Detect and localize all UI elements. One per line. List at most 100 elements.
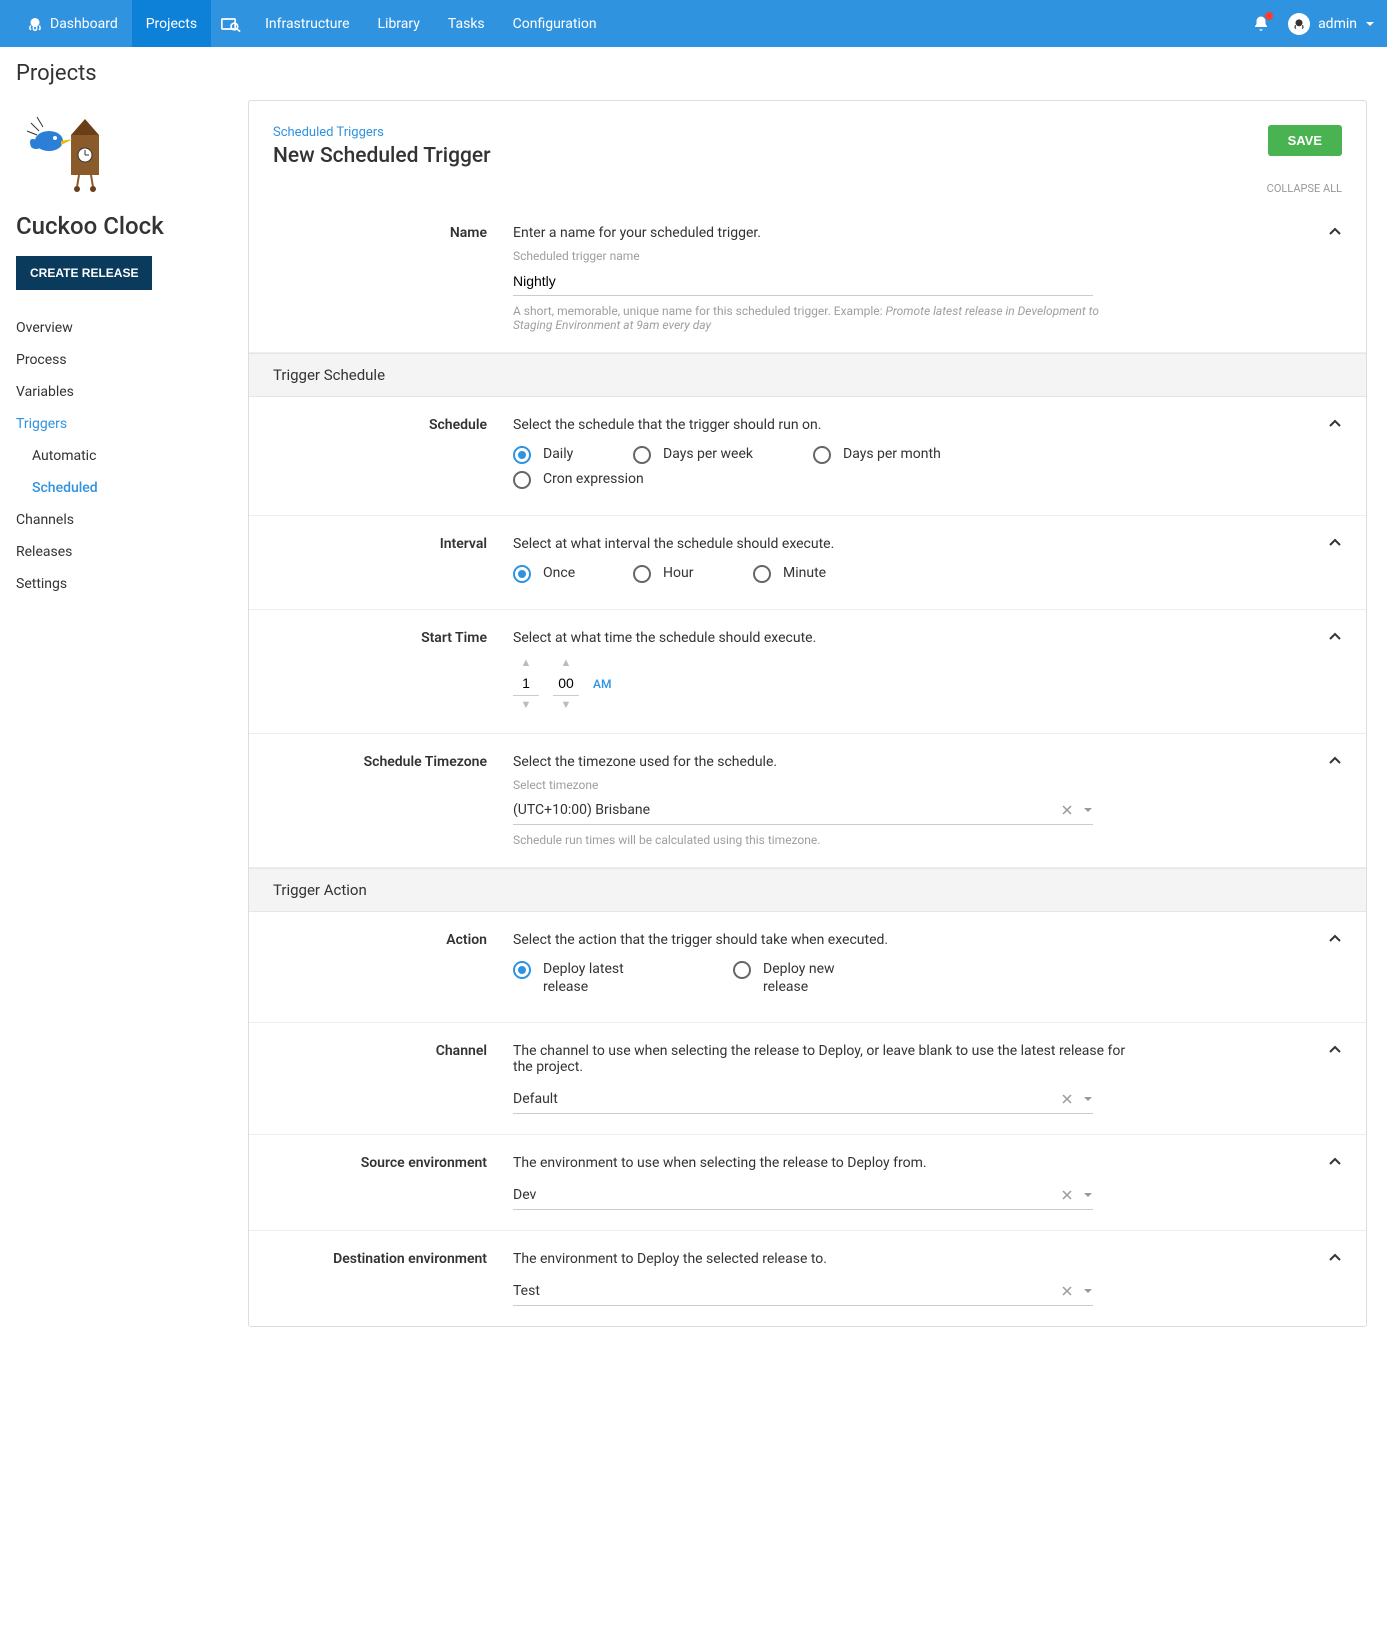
field-label: Destination environment bbox=[273, 1251, 513, 1306]
avatar bbox=[1288, 13, 1310, 35]
radio-once[interactable]: Once bbox=[513, 564, 633, 583]
source-env-select[interactable]: Dev bbox=[513, 1181, 1093, 1210]
chevron-down-icon[interactable] bbox=[1083, 1094, 1093, 1104]
collapse-toggle[interactable] bbox=[1328, 225, 1342, 239]
chevron-down-icon[interactable] bbox=[1083, 1286, 1093, 1296]
radio-days-week[interactable]: Days per week bbox=[633, 445, 813, 464]
chevron-up-icon bbox=[1328, 754, 1342, 768]
radio-label: Deploy new release bbox=[763, 960, 883, 996]
field-hint: Select timezone bbox=[513, 778, 1133, 792]
field-desc: Select the timezone used for the schedul… bbox=[513, 754, 1133, 770]
radio-minute[interactable]: Minute bbox=[753, 564, 873, 583]
schedule-options: Daily Days per week Days per month Cron … bbox=[513, 445, 1133, 495]
chevron-up-icon bbox=[1328, 1043, 1342, 1057]
collapse-toggle[interactable] bbox=[1328, 417, 1342, 431]
sidebar-item-scheduled[interactable]: Scheduled bbox=[16, 472, 208, 504]
clear-icon[interactable] bbox=[1061, 1093, 1073, 1105]
channel-select[interactable]: Default bbox=[513, 1085, 1093, 1114]
collapse-toggle[interactable] bbox=[1328, 630, 1342, 644]
field-interval: Interval Select at what interval the sch… bbox=[249, 516, 1366, 610]
interval-options: Once Hour Minute bbox=[513, 564, 1133, 589]
breadcrumb[interactable]: Scheduled Triggers bbox=[273, 125, 1268, 140]
project-name: Cuckoo Clock bbox=[16, 212, 208, 240]
minute-down[interactable]: ▼ bbox=[557, 696, 576, 713]
collapse-toggle[interactable] bbox=[1328, 754, 1342, 768]
user-menu[interactable]: admin bbox=[1288, 13, 1375, 35]
nav-infrastructure[interactable]: Infrastructure bbox=[251, 0, 363, 47]
hour-down[interactable]: ▼ bbox=[517, 696, 536, 713]
sidebar: Cuckoo Clock CREATE RELEASE Overview Pro… bbox=[16, 100, 208, 600]
minute-up[interactable]: ▲ bbox=[557, 654, 576, 671]
collapse-toggle[interactable] bbox=[1328, 1251, 1342, 1265]
clear-icon[interactable] bbox=[1061, 1285, 1073, 1297]
radio-days-month[interactable]: Days per month bbox=[813, 445, 993, 464]
field-source-env: Source environment The environment to us… bbox=[249, 1135, 1366, 1231]
section-header-schedule: Trigger Schedule bbox=[249, 353, 1366, 397]
chevron-up-icon bbox=[1328, 417, 1342, 431]
nav-label: Infrastructure bbox=[265, 16, 349, 32]
radio-label: Days per month bbox=[843, 445, 941, 463]
minute-input[interactable] bbox=[553, 671, 579, 696]
sidebar-item-variables[interactable]: Variables bbox=[16, 376, 208, 408]
field-desc: The channel to use when selecting the re… bbox=[513, 1043, 1133, 1075]
create-release-button[interactable]: CREATE RELEASE bbox=[16, 256, 152, 290]
collapse-toggle[interactable] bbox=[1328, 1155, 1342, 1169]
field-help: Schedule run times will be calculated us… bbox=[513, 833, 1133, 847]
radio-daily[interactable]: Daily bbox=[513, 445, 633, 464]
select-value: Default bbox=[513, 1085, 1061, 1113]
sidebar-item-channels[interactable]: Channels bbox=[16, 504, 208, 536]
radio-deploy-latest[interactable]: Deploy latest release bbox=[513, 960, 733, 996]
ampm-toggle[interactable]: AM bbox=[593, 677, 611, 691]
sidebar-item-releases[interactable]: Releases bbox=[16, 536, 208, 568]
nav-tasks[interactable]: Tasks bbox=[434, 0, 499, 47]
sidebar-item-overview[interactable]: Overview bbox=[16, 312, 208, 344]
page-heading: New Scheduled Trigger bbox=[273, 144, 1268, 168]
nav-dashboard[interactable]: Dashboard bbox=[12, 0, 132, 47]
sidebar-item-automatic[interactable]: Automatic bbox=[16, 440, 208, 472]
trigger-name-input[interactable] bbox=[513, 267, 1093, 296]
select-value: Test bbox=[513, 1277, 1061, 1305]
chevron-down-icon[interactable] bbox=[1083, 1190, 1093, 1200]
search-icon bbox=[221, 16, 241, 32]
nav-label: Dashboard bbox=[50, 16, 118, 32]
top-nav: Dashboard Projects Infrastructure Librar… bbox=[0, 0, 1387, 47]
chevron-down-icon[interactable] bbox=[1083, 805, 1093, 815]
radio-hour[interactable]: Hour bbox=[633, 564, 753, 583]
field-label-name: Name bbox=[273, 225, 513, 332]
radio-deploy-new[interactable]: Deploy new release bbox=[733, 960, 953, 996]
field-desc: Select the action that the trigger shoul… bbox=[513, 932, 1133, 948]
sidebar-item-settings[interactable]: Settings bbox=[16, 568, 208, 600]
collapse-toggle[interactable] bbox=[1328, 536, 1342, 550]
collapse-toggle[interactable] bbox=[1328, 932, 1342, 946]
save-button[interactable]: SAVE bbox=[1268, 125, 1342, 156]
dest-env-select[interactable]: Test bbox=[513, 1277, 1093, 1306]
field-label: Interval bbox=[273, 536, 513, 589]
field-label: Channel bbox=[273, 1043, 513, 1114]
timezone-select[interactable]: (UTC+10:00) Brisbane bbox=[513, 796, 1093, 825]
collapse-all-button[interactable]: COLLAPSE ALL bbox=[249, 178, 1366, 205]
chevron-up-icon bbox=[1328, 630, 1342, 644]
nav-search[interactable] bbox=[211, 0, 251, 47]
nav-configuration[interactable]: Configuration bbox=[499, 0, 611, 47]
hour-input[interactable] bbox=[513, 671, 539, 696]
action-options: Deploy latest release Deploy new release bbox=[513, 960, 1133, 1002]
field-label: Schedule bbox=[273, 417, 513, 495]
time-picker: ▲ ▼ ▲ ▼ AM bbox=[513, 654, 1133, 713]
clear-icon[interactable] bbox=[1061, 1189, 1073, 1201]
notifications-button[interactable] bbox=[1252, 15, 1270, 33]
hour-stepper: ▲ ▼ bbox=[513, 654, 539, 713]
radio-label: Hour bbox=[663, 564, 693, 582]
sidebar-item-triggers[interactable]: Triggers bbox=[16, 408, 208, 440]
collapse-toggle[interactable] bbox=[1328, 1043, 1342, 1057]
nav-library[interactable]: Library bbox=[364, 0, 434, 47]
radio-cron[interactable]: Cron expression bbox=[513, 470, 693, 489]
field-start-time: Start Time Select at what time the sched… bbox=[249, 610, 1366, 734]
field-desc: The environment to Deploy the selected r… bbox=[513, 1251, 1133, 1267]
nav-label: Projects bbox=[146, 16, 197, 32]
field-desc: Select at what time the schedule should … bbox=[513, 630, 1133, 646]
radio-label: Daily bbox=[543, 445, 573, 463]
nav-projects[interactable]: Projects bbox=[132, 0, 211, 47]
sidebar-item-process[interactable]: Process bbox=[16, 344, 208, 376]
hour-up[interactable]: ▲ bbox=[517, 654, 536, 671]
clear-icon[interactable] bbox=[1061, 804, 1073, 816]
